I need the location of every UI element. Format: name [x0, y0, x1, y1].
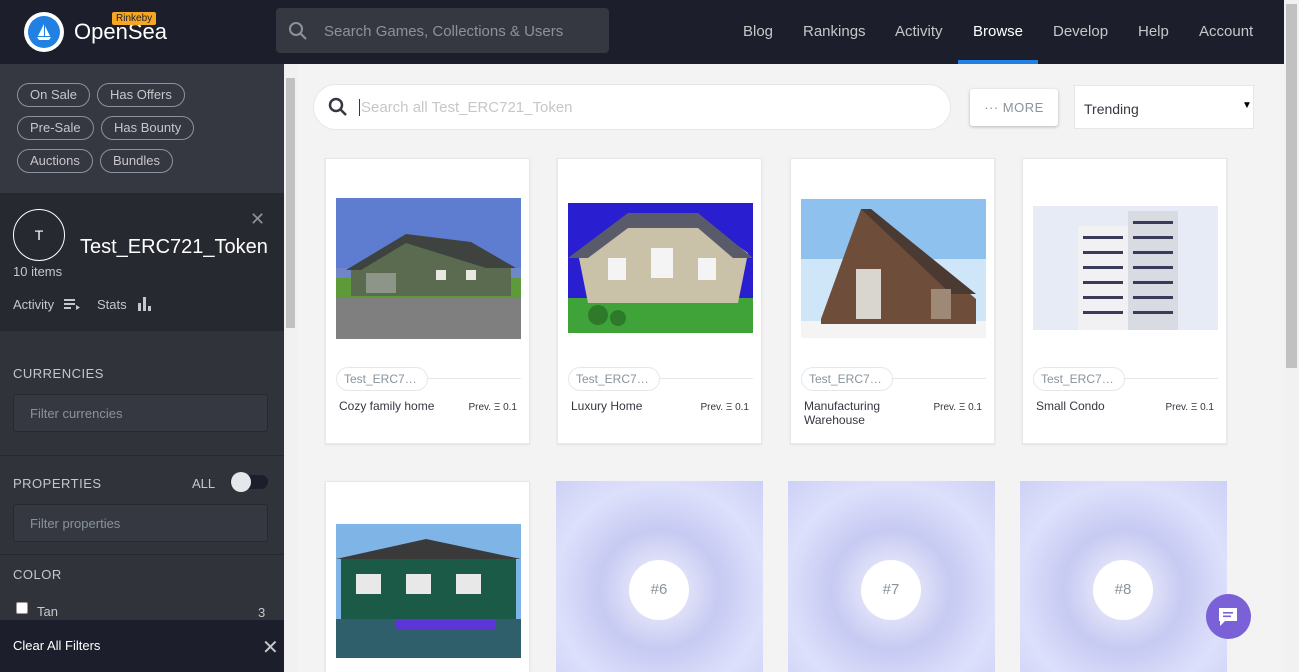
clear-all-filters-label: Clear All Filters [13, 638, 101, 653]
card-name: Luxury Home [571, 399, 643, 413]
houseboat-photo-image [336, 524, 521, 658]
nav-blog[interactable]: Blog [743, 0, 773, 64]
page-scrollbar-thumb[interactable] [1286, 4, 1297, 368]
nav-browse[interactable]: Browse [973, 0, 1023, 64]
clear-filters-close-icon[interactable]: ✕ [262, 635, 279, 660]
card-collection-tag[interactable]: Test_ERC721_Token [336, 367, 428, 391]
filter-properties-input[interactable]: Filter properties [13, 504, 268, 542]
search-icon [289, 22, 307, 40]
network-badge: Rinkeby [112, 12, 157, 25]
chat-button[interactable] [1206, 594, 1251, 639]
card-price: Prev. Ξ 0.1 [468, 402, 517, 413]
warehouse-photo-image [801, 199, 986, 338]
nav-account[interactable]: Account [1199, 0, 1253, 64]
filter-pre-sale[interactable]: Pre-Sale [17, 116, 94, 140]
properties-all-label: ALL [192, 476, 216, 491]
placeholder-card[interactable]: #8 [1020, 481, 1227, 672]
asset-card[interactable]: Test_ERC721_Token Luxury Home Prev. Ξ 0.… [557, 158, 762, 444]
clear-filters-bar[interactable]: Clear All Filters ✕ [0, 620, 284, 672]
sort-select[interactable]: Trending ▼ [1074, 85, 1254, 129]
card-price: Prev. Ξ 0.1 [933, 402, 982, 413]
collection-item-count: 10 items [13, 264, 63, 279]
toggle-knob [231, 472, 251, 492]
placeholder-number: #7 [861, 560, 921, 620]
list-icon [63, 299, 80, 310]
status-filters: On Sale Has Offers Pre-Sale Has Bounty A… [0, 64, 284, 193]
chat-bubble-icon [1219, 608, 1237, 626]
collection-name: Test_ERC721_Token [80, 236, 268, 258]
divider [0, 455, 284, 456]
filter-sidebar: On Sale Has Offers Pre-Sale Has Bounty A… [0, 64, 284, 672]
card-collection-tag[interactable]: Test_ERC721_Token [1033, 367, 1125, 391]
collection-search-input[interactable]: Search all Test_ERC721_Token [313, 84, 951, 130]
card-name: Small Condo [1036, 399, 1105, 413]
placeholder-card[interactable]: #6 [556, 481, 763, 672]
nav-develop[interactable]: Develop [1053, 0, 1108, 64]
filter-has-bounty[interactable]: Has Bounty [101, 116, 195, 140]
card-collection-tag[interactable]: Test_ERC721_Token [801, 367, 893, 391]
asset-card[interactable]: Test_ERC721_Token Manufacturing Warehous… [790, 158, 995, 444]
card-name: Manufacturing Warehouse [804, 399, 881, 427]
asset-card[interactable] [325, 481, 530, 672]
filter-on-sale[interactable]: On Sale [17, 83, 90, 107]
color-title: COLOR [13, 567, 62, 582]
card-name: Cozy family home [339, 399, 435, 413]
nav-help[interactable]: Help [1138, 0, 1169, 64]
collection-activity-link[interactable]: Activity [13, 297, 80, 312]
top-header: OpenSea Rinkeby Search Games, Collection… [0, 0, 1284, 64]
more-button[interactable]: ··· MORE [970, 89, 1058, 126]
placeholder-number: #6 [629, 560, 689, 620]
card-price: Prev. Ξ 0.1 [700, 402, 749, 413]
divider [0, 554, 284, 555]
global-search-placeholder: Search Games, Collections & Users [324, 23, 564, 40]
bar-chart-icon [138, 297, 152, 311]
stats-label: Stats [97, 297, 127, 312]
placeholder-card[interactable]: #7 [788, 481, 995, 672]
chevron-down-icon: ▼ [1242, 100, 1252, 111]
currencies-title: CURRENCIES [13, 366, 104, 381]
filter-auctions[interactable]: Auctions [17, 149, 93, 173]
sidebar-scrollbar-thumb[interactable] [286, 78, 295, 328]
collection-stats-link[interactable]: Stats [97, 297, 152, 312]
nav-rankings[interactable]: Rankings [803, 0, 866, 64]
card-price: Prev. Ξ 0.1 [1165, 402, 1214, 413]
properties-title: PROPERTIES [13, 476, 102, 491]
page-scrollbar[interactable] [1284, 0, 1299, 672]
activity-label: Activity [13, 297, 55, 312]
search-icon [328, 97, 347, 116]
properties-all-toggle[interactable] [230, 472, 268, 492]
asset-card[interactable]: Test_ERC721_Token Small Condo Prev. Ξ 0.… [1022, 158, 1227, 444]
global-search-input[interactable]: Search Games, Collections & Users [276, 8, 609, 53]
color-tan-count: 3 [258, 605, 266, 620]
placeholder-number: #8 [1093, 560, 1153, 620]
luxury-home-photo-image [568, 203, 753, 333]
sidebar-scrollbar[interactable] [284, 64, 297, 672]
condo-photo-image [1033, 206, 1218, 330]
card-collection-tag[interactable]: Test_ERC721_Token [568, 367, 660, 391]
house-photo-image [336, 198, 521, 339]
collection-avatar: T [13, 209, 65, 261]
active-nav-indicator [958, 60, 1038, 64]
filter-bundles[interactable]: Bundles [100, 149, 173, 173]
close-collection-icon[interactable]: ✕ [250, 209, 265, 230]
asset-card[interactable]: Test_ERC721_Token Cozy family home Prev.… [325, 158, 530, 444]
filter-has-offers[interactable]: Has Offers [97, 83, 185, 107]
nav-activity[interactable]: Activity [895, 0, 943, 64]
opensea-logo-icon[interactable] [24, 12, 64, 52]
color-tan-checkbox[interactable] [16, 602, 28, 614]
collection-panel: T Test_ERC721_Token ✕ 10 items Activity … [0, 193, 284, 331]
filter-currencies-input[interactable]: Filter currencies [13, 394, 268, 432]
sort-selected-label: Trending [1084, 101, 1139, 117]
color-tan-label: Tan [37, 604, 58, 619]
collection-search-placeholder: Search all Test_ERC721_Token [359, 99, 573, 116]
